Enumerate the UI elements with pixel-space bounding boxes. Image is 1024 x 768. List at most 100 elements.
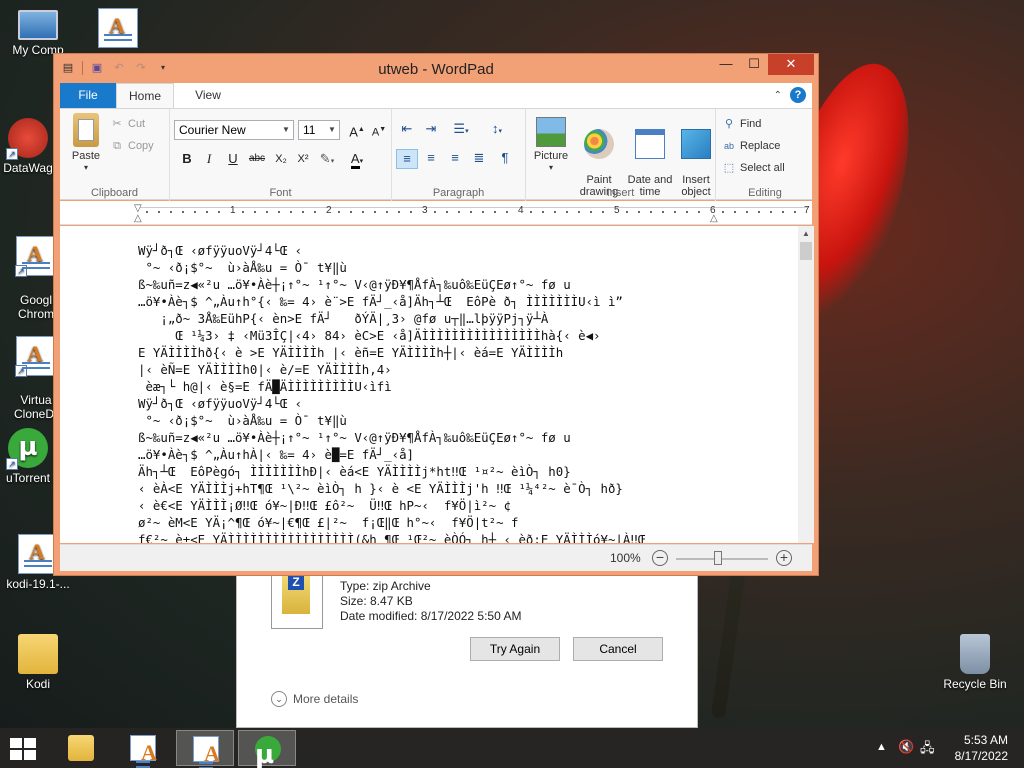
strikethrough-icon[interactable]: abc <box>246 149 268 169</box>
ruler-tick <box>770 211 772 213</box>
volume-muted-icon[interactable]: 🔇 <box>898 739 914 755</box>
document-line: ‹ èÀ<E YÄÌÌÌj+hT¶Œ ¹\²~ èìÒ┐ h }‹ è <E Y… <box>138 481 623 496</box>
document-line: Wÿ┘ð┐Œ ‹øfÿÿuoVÿ┘4└Œ ‹ <box>138 243 303 258</box>
start-button[interactable] <box>10 738 36 760</box>
ruler-tick <box>722 211 724 213</box>
zoom-slider[interactable] <box>676 558 768 560</box>
network-icon[interactable]: 🖧 <box>920 739 935 761</box>
desktop-icon-my-computer[interactable]: My Comp <box>0 10 76 57</box>
highlight-color-icon[interactable]: ✎▾ <box>316 149 338 169</box>
title-bar[interactable]: ▤ ▣ ↶ ↷ ▾ utweb - WordPad — ☐ ✕ <box>54 54 818 84</box>
document-line: …ö¥•Àè┐$ ^„Àu↑h°{‹ ‰= 4› è¨>E fÄ┘_‹å]Äh┐… <box>138 294 623 309</box>
tab-file[interactable]: File <box>60 83 116 108</box>
clock-time: 5:53 AM <box>963 733 1008 747</box>
group-paragraph: ⇤ ⇥ ☰▾ ↕▾ ≡ ≡ ≡ ≣ ¶ Paragraph <box>392 109 526 201</box>
document-line: Œ ¹¼3› ‡ ‹Mü3ÎÇ|‹4› 84› èC>E ‹å]ÄÌÌÌÌÌÌÌ… <box>138 328 601 343</box>
scroll-thumb[interactable] <box>800 242 812 260</box>
help-icon[interactable]: ? <box>790 87 806 103</box>
document-area[interactable]: Wÿ┘ð┐Œ ‹øfÿÿuoVÿ┘4└Œ ‹ °~ ‹ð¡$°~ ù›àÅ‰u … <box>60 226 798 543</box>
cut-button[interactable]: ✂ Cut <box>110 117 145 131</box>
document-text[interactable]: Wÿ┘ð┐Œ ‹øfÿÿuoVÿ┘4└Œ ‹ °~ ‹ð¡$°~ ù›àÅ‰u … <box>138 242 645 543</box>
ruler-number: 2 <box>326 205 332 216</box>
zoom-out-icon[interactable]: − <box>652 550 668 566</box>
shrink-font-icon[interactable]: A▼ <box>368 120 390 140</box>
ruler-tick <box>362 211 364 213</box>
zoom-slider-thumb[interactable] <box>714 551 722 565</box>
decrease-indent-icon[interactable]: ⇤ <box>396 120 418 140</box>
insert-object-button[interactable]: Insert object <box>676 117 716 198</box>
grow-font-icon[interactable]: A▲ <box>346 120 368 140</box>
ruler-tick <box>314 211 316 213</box>
ruler-tick <box>782 211 784 213</box>
find-label: Find <box>740 118 762 130</box>
system-clock[interactable]: 5:53 AM 8/17/2022 <box>955 732 1008 764</box>
ruler-tick <box>242 211 244 213</box>
desktop-icon-label: Kodi <box>25 677 51 691</box>
underline-icon[interactable]: U <box>222 149 244 169</box>
taskbar-wordpad-2[interactable] <box>176 730 234 768</box>
font-size-select[interactable]: 11 ▼ <box>298 120 340 140</box>
ruler-tick <box>302 211 304 213</box>
font-color-icon[interactable]: A▾ <box>346 149 368 169</box>
tab-view[interactable]: View <box>182 83 234 108</box>
minimize-button[interactable]: — <box>712 54 740 75</box>
ruler-tick <box>338 211 340 213</box>
increase-indent-icon[interactable]: ⇥ <box>420 120 442 140</box>
desktop-icon-document[interactable] <box>80 8 156 51</box>
show-hidden-icons-icon[interactable]: ▲ <box>876 741 887 753</box>
close-button[interactable]: ✕ <box>768 54 814 75</box>
ruler-tick <box>650 211 652 213</box>
group-clipboard: Paste ▾ ✂ Cut ⧉ Copy Clipboard <box>60 109 170 201</box>
line-spacing-icon[interactable]: ↕▾ <box>482 120 512 140</box>
select-all-button[interactable]: ⬚ Select all <box>722 161 785 175</box>
ribbon-home: Paste ▾ ✂ Cut ⧉ Copy Clipboard Courier N… <box>60 108 812 201</box>
zoom-in-icon[interactable]: + <box>776 550 792 566</box>
align-right-icon[interactable]: ≡ <box>444 149 466 169</box>
calendar-clock-icon <box>635 129 665 159</box>
ruler[interactable]: ▽ △ △ 1 2 3 4 5 6 7 <box>60 201 812 225</box>
document-line: ß~‰uñ=z◀«²u …ö¥•Àè┼¡↑°~ ¹↑°~ V‹@↑ÿÐ¥¶ÅfÀ… <box>138 277 571 292</box>
bullets-icon[interactable]: ☰▾ <box>446 120 476 140</box>
bold-icon[interactable]: B <box>176 149 198 169</box>
align-left-icon[interactable]: ≡ <box>396 149 418 169</box>
font-family-select[interactable]: Courier New ▼ <box>174 120 294 140</box>
ruler-tick <box>602 211 604 213</box>
subscript-icon[interactable]: X₂ <box>270 149 292 169</box>
vertical-scrollbar[interactable]: ▲ <box>798 226 814 543</box>
taskbar-utorrent[interactable] <box>238 730 296 768</box>
insert-picture-button[interactable]: Picture ▾ <box>530 117 572 174</box>
document-line: E YÄÌÌÌÌhð{‹ è >E YÄÌÌÌÌh |‹ èñ=E YÄÌÌÌÌ… <box>138 345 564 360</box>
align-center-icon[interactable]: ≡ <box>420 149 442 169</box>
ruler-tick <box>398 211 400 213</box>
shortcut-arrow-icon: ↗ <box>15 265 27 277</box>
taskbar-wordpad-1[interactable] <box>114 730 172 768</box>
find-button[interactable]: ⚲ Find <box>722 117 761 131</box>
paragraph-settings-icon[interactable]: ¶ <box>494 149 516 169</box>
paste-button[interactable]: Paste ▾ <box>66 113 106 174</box>
desktop-icon-kodi[interactable]: Kodi <box>0 634 76 691</box>
file-explorer-icon <box>68 735 94 761</box>
desktop-icon-recycle-bin[interactable]: Recycle Bin <box>937 634 1013 691</box>
replace-button[interactable]: ab Replace <box>722 139 780 153</box>
scroll-up-icon[interactable]: ▲ <box>798 226 814 242</box>
maximize-button[interactable]: ☐ <box>740 54 768 75</box>
recycle-bin-icon <box>960 634 990 674</box>
shortcut-arrow-icon: ↗ <box>15 365 27 377</box>
minimize-ribbon-icon[interactable]: ⌃ <box>774 90 782 101</box>
left-indent-marker[interactable]: △ <box>134 213 142 224</box>
superscript-icon[interactable]: X² <box>292 149 314 169</box>
justify-icon[interactable]: ≣ <box>468 149 490 169</box>
find-binoculars-icon: ⚲ <box>724 118 734 130</box>
cancel-button[interactable]: Cancel <box>573 637 663 661</box>
more-details-toggle[interactable]: ⌄ More details <box>271 691 358 707</box>
ruler-tick <box>278 211 280 213</box>
paint-drawing-button[interactable]: Paint drawing <box>576 117 622 198</box>
date-time-button[interactable]: Date and time <box>626 117 674 198</box>
italic-icon[interactable]: I <box>198 149 220 169</box>
try-again-button[interactable]: Try Again <box>470 637 560 661</box>
tab-home[interactable]: Home <box>116 83 174 108</box>
copy-button[interactable]: ⧉ Copy <box>110 139 154 153</box>
ruler-tick <box>170 211 172 213</box>
taskbar-file-explorer[interactable] <box>52 730 110 766</box>
ruler-tick <box>386 211 388 213</box>
